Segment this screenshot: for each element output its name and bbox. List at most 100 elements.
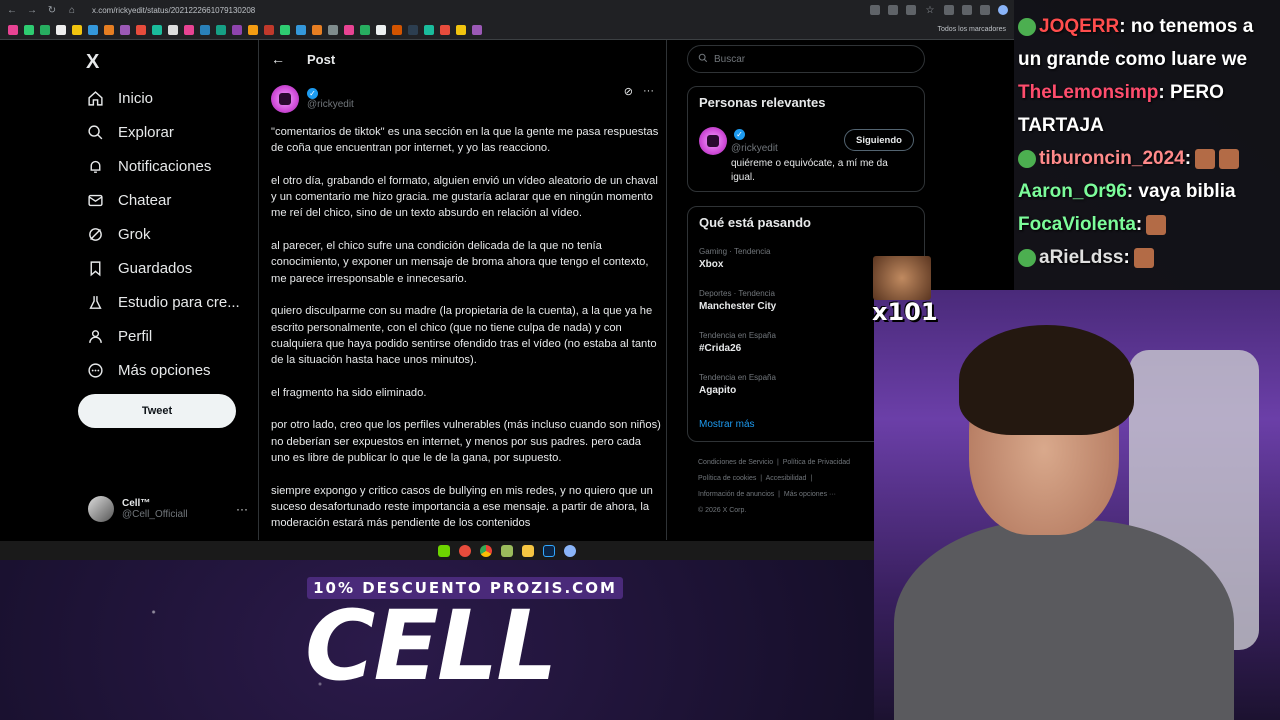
grok-icon: [86, 225, 104, 243]
streamer-hair: [959, 325, 1134, 435]
bookmark-icon[interactable]: [248, 24, 258, 35]
app-icon[interactable]: [501, 544, 513, 557]
bookmark-icon[interactable]: [376, 24, 386, 35]
nav-creator-studio[interactable]: Estudio para cre...: [86, 290, 240, 314]
avatar[interactable]: [271, 85, 299, 113]
puzzle-icon[interactable]: [980, 5, 990, 15]
more-icon[interactable]: ···: [643, 85, 654, 98]
footer-link[interactable]: Accesibilidad: [766, 475, 807, 482]
more-icon[interactable]: ···: [236, 502, 248, 516]
back-icon[interactable]: ←: [6, 5, 18, 16]
bookmark-icon[interactable]: [56, 24, 66, 35]
photoshop-icon[interactable]: [543, 544, 555, 557]
footer-link[interactable]: Más opciones ···: [784, 491, 836, 498]
footer-link[interactable]: Condiciones de Servicio: [698, 459, 773, 466]
url-field[interactable]: x.com/rickyedit/status/20212226610791302…: [92, 6, 862, 15]
bookmark-icon[interactable]: [72, 24, 82, 35]
nav-more[interactable]: Más opciones: [86, 358, 211, 382]
chat-text: :: [1184, 148, 1192, 169]
all-bookmarks-folder[interactable]: Todos los marcadores: [938, 26, 1006, 33]
bookmark-icon[interactable]: [360, 24, 370, 35]
trend-name: #Crida26: [699, 343, 742, 354]
bookmark-icon[interactable]: [408, 24, 418, 35]
app-icon[interactable]: [438, 544, 450, 557]
nav-home[interactable]: Inicio: [86, 86, 153, 110]
folder-icon[interactable]: [522, 544, 534, 557]
search-box[interactable]: [687, 45, 925, 73]
bookmark-icon[interactable]: [88, 24, 98, 35]
app-icon[interactable]: [459, 544, 471, 557]
nav-label: Grok: [118, 225, 151, 243]
bookmark-icon[interactable]: [120, 24, 130, 35]
profile-icon[interactable]: [998, 5, 1008, 15]
bookmark-icon: [86, 259, 104, 277]
tweet-button[interactable]: Tweet: [78, 394, 236, 428]
back-arrow-icon[interactable]: ←: [271, 51, 285, 67]
bookmark-icon[interactable]: [216, 24, 226, 35]
post-author[interactable]: ✓ @rickyedit: [271, 85, 354, 113]
extension-icon[interactable]: [944, 5, 954, 15]
bookmark-icon[interactable]: [312, 24, 322, 35]
footer-link[interactable]: Política de cookies: [698, 475, 756, 482]
nav-explore[interactable]: Explorar: [86, 120, 174, 144]
forward-icon[interactable]: →: [26, 5, 38, 16]
nav-notifications[interactable]: Notificaciones: [86, 154, 211, 178]
trend-item[interactable]: Tendencia en España Agapito: [699, 373, 776, 396]
reload-icon[interactable]: ↻: [46, 5, 58, 16]
nav-profile[interactable]: Perfil: [86, 324, 152, 348]
bookmark-icon[interactable]: [24, 24, 34, 35]
bookmark-icon[interactable]: [200, 24, 210, 35]
bookmark-icon[interactable]: [296, 24, 306, 35]
relevant-handle[interactable]: @rickyedit: [731, 143, 778, 154]
bookmark-icon[interactable]: [328, 24, 338, 35]
post-paragraph: siempre expongo y critico casos de bully…: [271, 484, 653, 530]
bookmarks-bar: Todos los marcadores: [0, 20, 1014, 40]
verified-icon: ✓: [734, 129, 745, 140]
nav-chat[interactable]: Chatear: [86, 188, 171, 212]
bookmark-icon[interactable]: [456, 24, 466, 35]
nav-bookmarks[interactable]: Guardados: [86, 256, 192, 280]
bookmark-icon[interactable]: [424, 24, 434, 35]
account-switcher[interactable]: Cell™ @Cell_Officiall ···: [88, 496, 248, 522]
search-input[interactable]: [714, 53, 904, 65]
install-icon[interactable]: [888, 5, 898, 15]
trend-item[interactable]: Deportes · Tendencia Manchester City: [699, 289, 776, 312]
trend-item[interactable]: Tendencia en España #Crida26: [699, 331, 776, 354]
star-icon[interactable]: ☆: [924, 5, 936, 16]
show-more-link[interactable]: Mostrar más: [699, 419, 755, 430]
bookmark-icon[interactable]: [440, 24, 450, 35]
grok-icon[interactable]: ⊘: [624, 85, 633, 98]
chat-message: tiburoncin_2024:: [1018, 142, 1276, 175]
x-sidebar: X Inicio Explorar Notificaciones Chatear…: [0, 40, 258, 540]
bookmark-icon[interactable]: [472, 24, 482, 35]
bookmark-icon[interactable]: [136, 24, 146, 35]
bookmark-icon[interactable]: [152, 24, 162, 35]
bookmark-icon[interactable]: [104, 24, 114, 35]
author-handle[interactable]: @rickyedit: [307, 99, 354, 110]
search-icon: [86, 123, 104, 141]
verified-icon: ✓: [307, 88, 318, 99]
bookmark-icon[interactable]: [168, 24, 178, 35]
home-icon[interactable]: ⌂: [66, 5, 78, 16]
nav-label: Más opciones: [118, 361, 211, 379]
bookmark-icon[interactable]: [8, 24, 18, 35]
extension-icon[interactable]: [962, 5, 972, 15]
footer-link[interactable]: Política de Privacidad: [783, 459, 850, 466]
bookmark-icon[interactable]: [232, 24, 242, 35]
avatar[interactable]: [699, 127, 727, 155]
share-icon[interactable]: [906, 5, 916, 15]
app-icon[interactable]: [564, 544, 576, 557]
chrome-icon[interactable]: [480, 544, 492, 557]
bookmark-icon[interactable]: [40, 24, 50, 35]
nav-grok[interactable]: Grok: [86, 222, 151, 246]
footer-link[interactable]: Información de anuncios: [698, 491, 774, 498]
bookmark-icon[interactable]: [264, 24, 274, 35]
bookmark-icon[interactable]: [280, 24, 290, 35]
x-logo-icon[interactable]: X: [86, 51, 99, 74]
zoom-icon[interactable]: [870, 5, 880, 15]
bookmark-icon[interactable]: [184, 24, 194, 35]
following-button[interactable]: Siguiendo: [844, 129, 914, 151]
bookmark-icon[interactable]: [392, 24, 402, 35]
bookmark-icon[interactable]: [344, 24, 354, 35]
trend-item[interactable]: Gaming · Tendencia Xbox: [699, 247, 770, 270]
